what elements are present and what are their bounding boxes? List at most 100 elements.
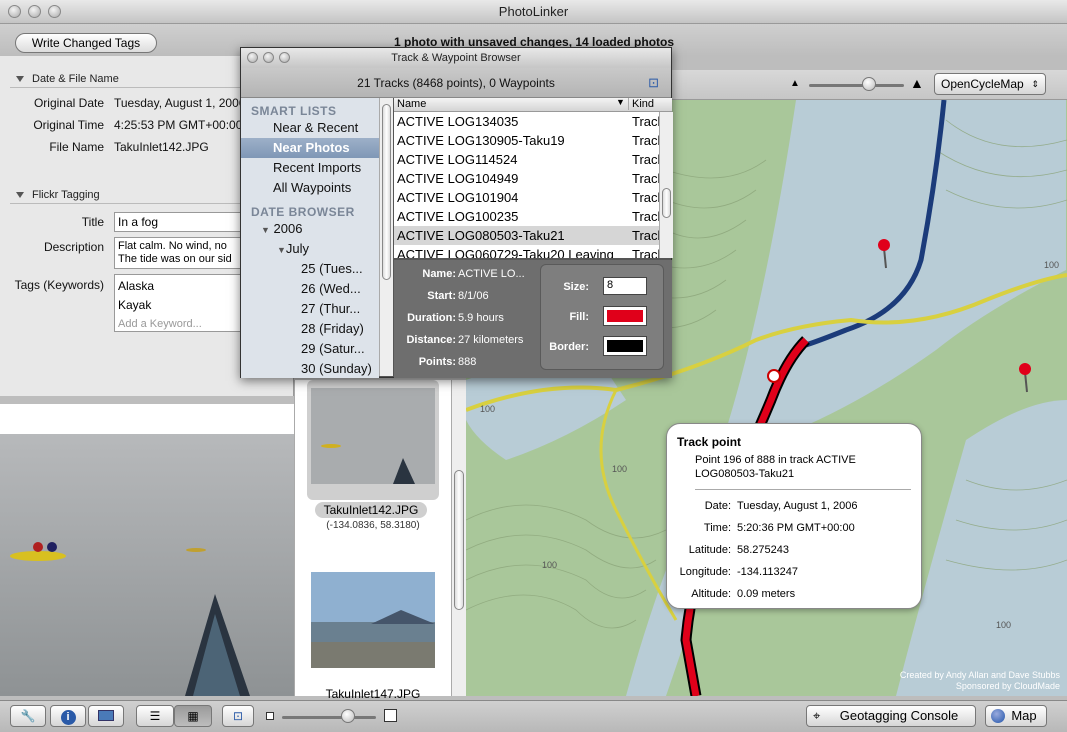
browser-titlebar[interactable]: Track & Waypoint Browser bbox=[241, 48, 671, 68]
column-header-kind[interactable]: Kind bbox=[628, 98, 654, 110]
smart-lists-scrollbar[interactable] bbox=[379, 98, 393, 376]
browser-close-button[interactable] bbox=[247, 52, 258, 63]
smart-lists-scrollbar-knob[interactable] bbox=[382, 104, 391, 280]
popup-title: Track point bbox=[677, 435, 742, 449]
size-input[interactable]: 8 bbox=[603, 277, 647, 295]
close-window-button[interactable] bbox=[8, 5, 21, 18]
track-waypoint-browser-window: Track & Waypoint Browser 21 Tracks (8468… bbox=[240, 47, 673, 378]
thumbnail-size-slider-knob[interactable] bbox=[341, 709, 355, 723]
title-input[interactable]: In a fog bbox=[114, 212, 244, 232]
contour-label-2: 100 bbox=[612, 464, 627, 474]
map-type-select[interactable]: OpenCycleMap ⇕ bbox=[934, 73, 1046, 95]
detail-points-value: 888 bbox=[458, 356, 477, 368]
large-thumbnail-icon[interactable] bbox=[384, 709, 397, 722]
detail-distance-label: Distance: bbox=[406, 334, 456, 346]
info-button[interactable]: i bbox=[50, 705, 86, 727]
browser-zoom-button[interactable] bbox=[279, 52, 290, 63]
console-icon: ⌖ bbox=[813, 708, 821, 723]
track-row[interactable]: ACTIVE LOG100235 Track bbox=[394, 207, 672, 226]
smart-list-all-waypoints[interactable]: All Waypoints bbox=[241, 178, 379, 198]
original-date-label: Original Date bbox=[33, 96, 104, 110]
disclosure-open-icon[interactable]: ▼ bbox=[261, 225, 270, 235]
map-zoom-slider-knob[interactable] bbox=[862, 77, 876, 91]
date-day-item[interactable]: 27 (Thur... bbox=[241, 299, 379, 319]
thumbnail-scrollbar-knob[interactable] bbox=[454, 470, 464, 610]
track-name: ACTIVE LOG114524 bbox=[397, 152, 518, 167]
smart-list-near-recent[interactable]: Near & Recent bbox=[241, 118, 379, 138]
date-day-item[interactable]: 25 (Tues... bbox=[241, 259, 379, 279]
tags-input[interactable]: Alaska Kayak Add a Keyword... bbox=[114, 274, 244, 332]
track-point-popup: Track point Point 196 of 888 in track AC… bbox=[666, 423, 922, 609]
track-row[interactable]: ACTIVE LOG080503-Taku21 Track bbox=[394, 226, 672, 245]
photo-view-button[interactable] bbox=[88, 705, 124, 727]
popup-latitude-value: 58.275243 bbox=[737, 544, 789, 556]
thumbnail-2-image[interactable] bbox=[311, 572, 435, 668]
photo-pin-2[interactable] bbox=[1019, 363, 1031, 375]
add-keyword-placeholder[interactable]: Add a Keyword... bbox=[118, 315, 240, 331]
track-row[interactable]: ACTIVE LOG114524 Track bbox=[394, 150, 672, 169]
track-row[interactable]: ACTIVE LOG104949 Track bbox=[394, 169, 672, 188]
track-list-header: Name ▼ Kind bbox=[394, 98, 672, 112]
fill-color-well[interactable] bbox=[603, 306, 647, 326]
size-label: Size: bbox=[563, 281, 589, 293]
smart-list-near-photos[interactable]: Near Photos bbox=[241, 138, 379, 158]
list-view-button[interactable]: ☰ bbox=[136, 705, 174, 727]
track-row[interactable]: ACTIVE LOG134035 Track bbox=[394, 112, 672, 131]
tools-button[interactable]: 🔧 bbox=[10, 705, 46, 727]
zoom-in-mountain-icon[interactable]: ▲ bbox=[910, 75, 924, 91]
minimize-window-button[interactable] bbox=[28, 5, 41, 18]
thumbnail-2-name[interactable]: TakuInlet147.JPG bbox=[307, 687, 439, 701]
track-list-scrollbar[interactable] bbox=[659, 112, 673, 258]
small-thumbnail-icon[interactable] bbox=[266, 712, 274, 720]
date-day-item[interactable]: 30 (Sunday) bbox=[241, 359, 379, 378]
contour-label-5: 100 bbox=[996, 620, 1011, 630]
thumbnail-1-image[interactable] bbox=[311, 388, 435, 484]
column-header-name[interactable]: Name bbox=[397, 98, 426, 110]
grid-view-button[interactable]: ▦ bbox=[174, 705, 212, 727]
popup-latitude-label: Latitude: bbox=[688, 544, 731, 556]
tag-kayak[interactable]: Kayak bbox=[118, 296, 240, 315]
track-name: ACTIVE LOG100235 bbox=[397, 209, 519, 224]
smart-list-recent-imports[interactable]: Recent Imports bbox=[241, 158, 379, 178]
border-color-well[interactable] bbox=[603, 336, 647, 356]
date-month-july[interactable]: ▼July bbox=[241, 239, 379, 259]
thumbnail-1-name[interactable]: TakuInlet142.JPG bbox=[315, 502, 427, 518]
date-day-item[interactable]: 26 (Wed... bbox=[241, 279, 379, 299]
zoom-to-fit-icon[interactable]: ⊡ bbox=[648, 68, 659, 98]
sort-descending-icon[interactable]: ▼ bbox=[616, 98, 625, 107]
date-year-2006[interactable]: ▼ 2006 bbox=[241, 219, 379, 239]
zoom-to-photo-button[interactable]: ⊡ bbox=[222, 705, 254, 727]
selected-track-point[interactable] bbox=[767, 369, 781, 383]
date-day-item[interactable]: 29 (Satur... bbox=[241, 339, 379, 359]
detail-start-label: Start: bbox=[427, 290, 456, 302]
contour-label-3: 100 bbox=[542, 560, 557, 570]
selected-photo-preview bbox=[0, 404, 294, 696]
track-name: ACTIVE LOG060729-Taku20 Leaving bbox=[397, 247, 614, 258]
map-zoom-slider[interactable] bbox=[809, 84, 904, 87]
browser-minimize-button[interactable] bbox=[263, 52, 274, 63]
date-day-item[interactable]: 28 (Friday) bbox=[241, 319, 379, 339]
map-button[interactable]: Map bbox=[985, 705, 1047, 727]
tag-alaska[interactable]: Alaska bbox=[118, 277, 240, 296]
wrench-icon: 🔧 bbox=[20, 709, 36, 723]
photo-thumbnail-list: TakuInlet142.JPG (-134.0836, 58.3180) Ta… bbox=[294, 380, 466, 701]
popup-date-value: Tuesday, August 1, 2006 bbox=[737, 500, 858, 512]
photo-pin-1[interactable] bbox=[878, 239, 890, 251]
track-row[interactable]: ACTIVE LOG101904 Track bbox=[394, 188, 672, 207]
track-list-scrollbar-knob[interactable] bbox=[662, 188, 671, 218]
write-changed-tags-button[interactable]: Write Changed Tags bbox=[15, 33, 157, 53]
popup-longitude-label: Longitude: bbox=[679, 566, 731, 578]
zoom-out-mountain-icon[interactable]: ▲ bbox=[790, 78, 800, 89]
border-color-swatch bbox=[607, 340, 643, 352]
description-line-2: The tide was on our sid bbox=[118, 253, 232, 265]
zoom-window-button[interactable] bbox=[48, 5, 61, 18]
track-row[interactable]: ACTIVE LOG060729-Taku20 Leaving Track bbox=[394, 245, 672, 258]
disclosure-open-icon[interactable]: ▼ bbox=[277, 245, 286, 255]
description-input[interactable]: Flat calm. No wind, no The tide was on o… bbox=[114, 237, 244, 269]
detail-duration-label: Duration: bbox=[407, 312, 456, 324]
track-row[interactable]: ACTIVE LOG130905-Taku19 Track bbox=[394, 131, 672, 150]
geotagging-console-button[interactable]: ⌖ Geotagging Console bbox=[806, 705, 976, 727]
thumbnail-scrollbar[interactable] bbox=[451, 380, 466, 696]
grid-icon: ▦ bbox=[187, 709, 199, 723]
thumbnail-size-slider[interactable] bbox=[282, 716, 376, 719]
